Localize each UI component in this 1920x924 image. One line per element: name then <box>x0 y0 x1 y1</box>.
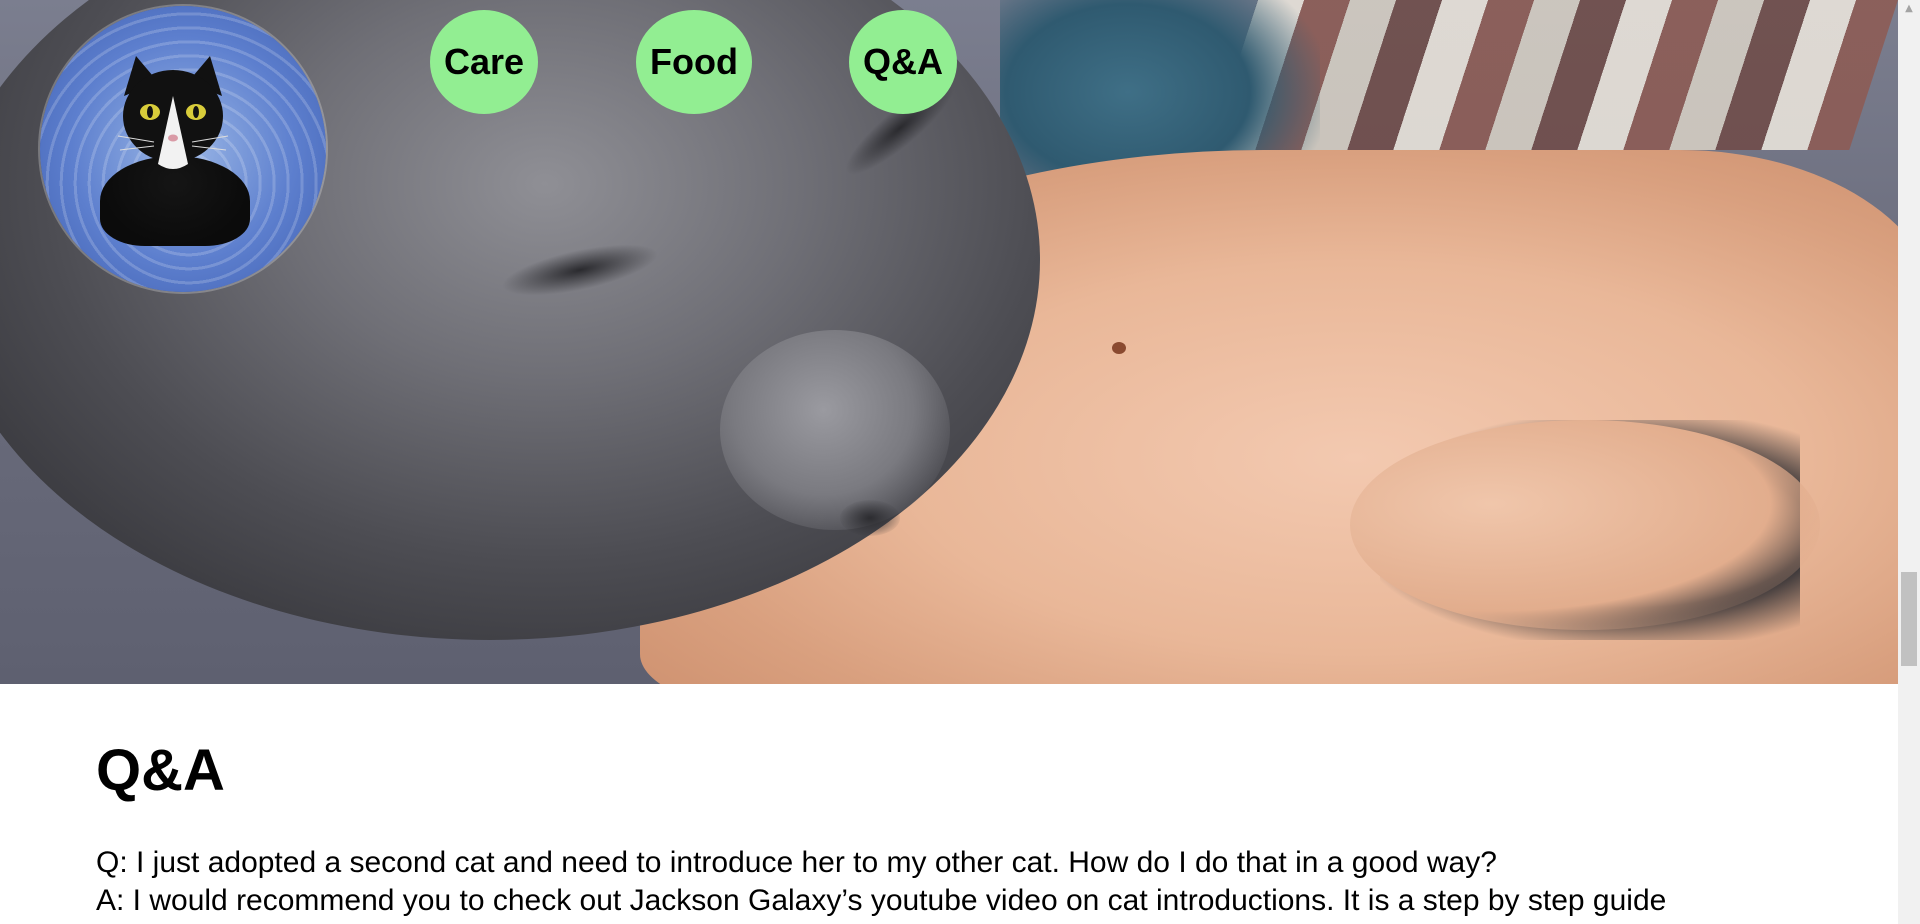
hero-cat-muzzle <box>720 330 950 530</box>
scroll-up-arrow-icon[interactable]: ▲ <box>1898 0 1920 17</box>
scrollbar-thumb[interactable] <box>1901 572 1917 666</box>
hero-fingers <box>1350 420 1820 630</box>
main-content: Q&A Q: I just adopted a second cat and n… <box>96 684 1856 920</box>
nav-button-care[interactable]: Care <box>430 10 538 114</box>
logo-cat-face <box>117 56 229 169</box>
page-title: Q&A <box>96 738 225 803</box>
hero-mole <box>1112 342 1126 354</box>
cat-logo-icon[interactable] <box>40 6 326 292</box>
qa-entry: Q: I just adopted a second cat and need … <box>96 844 1856 920</box>
vertical-scrollbar[interactable]: ▲ <box>1898 0 1920 924</box>
nav-button-food[interactable]: Food <box>636 10 752 114</box>
page-viewport: Care Food Q&A Q&A Q: I just adopted a se… <box>0 0 1898 924</box>
qa-question: Q: I just adopted a second cat and need … <box>96 846 1497 879</box>
nav-button-qa[interactable]: Q&A <box>849 10 957 114</box>
qa-answer: A: I would recommend you to check out Ja… <box>96 884 1667 917</box>
hero-cat-nose <box>840 500 900 536</box>
